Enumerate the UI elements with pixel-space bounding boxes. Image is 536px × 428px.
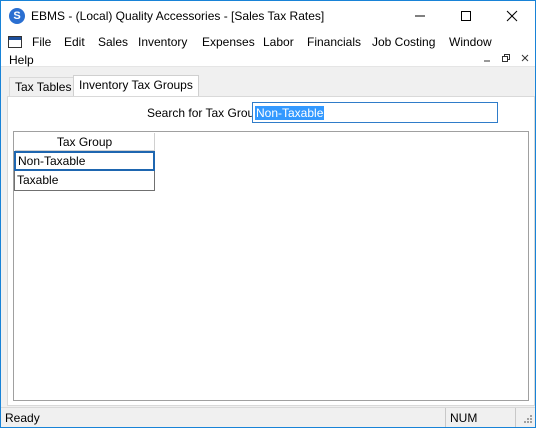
table-row[interactable]: Taxable [14, 171, 155, 191]
app-logo-icon[interactable]: S [9, 8, 25, 24]
column-header-tax-group[interactable]: Tax Group [15, 133, 155, 151]
app-window: S EBMS - (Local) Quality Accessories - [… [0, 0, 536, 428]
status-divider [445, 408, 446, 427]
mdi-restore-button[interactable] [498, 53, 514, 67]
maximize-icon [461, 11, 471, 21]
maximize-button[interactable] [443, 1, 489, 31]
minimize-button[interactable] [397, 1, 443, 31]
tab-panel: Search for Tax Group Non-Taxable Tax Gro… [7, 96, 535, 406]
status-text: Ready [5, 411, 40, 425]
tab-tax-tables[interactable]: Tax Tables [9, 77, 78, 96]
document-icon[interactable] [8, 36, 22, 48]
menu-window[interactable]: Window [449, 35, 492, 49]
menu-labor[interactable]: Labor [263, 35, 294, 49]
window-title: EBMS - (Local) Quality Accessories - [Sa… [31, 9, 325, 23]
menu-inventory[interactable]: Inventory [138, 35, 187, 49]
menu-edit[interactable]: Edit [64, 35, 85, 49]
menu-bar: File Edit Sales Inventory Expenses Labor… [1, 31, 535, 67]
menu-expenses[interactable]: Expenses [202, 35, 255, 49]
close-icon [506, 10, 518, 22]
menu-sales[interactable]: Sales [98, 35, 128, 49]
menu-job-costing[interactable]: Job Costing [372, 35, 435, 49]
search-input[interactable]: Non-Taxable [252, 102, 498, 123]
status-divider [515, 408, 516, 427]
mdi-close-icon [521, 54, 529, 62]
mdi-minimize-icon [484, 60, 490, 62]
num-lock-indicator: NUM [450, 411, 478, 425]
mdi-restore-icon [502, 54, 510, 62]
resize-grip-icon[interactable] [521, 412, 533, 426]
title-bar[interactable]: S EBMS - (Local) Quality Accessories - [… [1, 1, 535, 31]
minimize-icon [415, 15, 425, 17]
search-input-value: Non-Taxable [255, 106, 325, 120]
mdi-close-button[interactable] [517, 53, 533, 67]
search-label: Search for Tax Group [147, 106, 261, 120]
client-area: Tax Tables Inventory Tax Groups Search f… [1, 68, 535, 407]
mdi-minimize-button[interactable] [479, 53, 495, 67]
tab-inventory-tax-groups[interactable]: Inventory Tax Groups [73, 75, 199, 97]
status-bar: Ready NUM [1, 407, 535, 427]
table-row[interactable]: Non-Taxable [14, 151, 155, 171]
tax-group-grid[interactable]: Tax Group Non-Taxable Taxable [13, 131, 529, 401]
menu-help[interactable]: Help [9, 53, 34, 67]
menu-file[interactable]: File [32, 35, 51, 49]
close-button[interactable] [489, 1, 535, 31]
menu-financials[interactable]: Financials [307, 35, 361, 49]
